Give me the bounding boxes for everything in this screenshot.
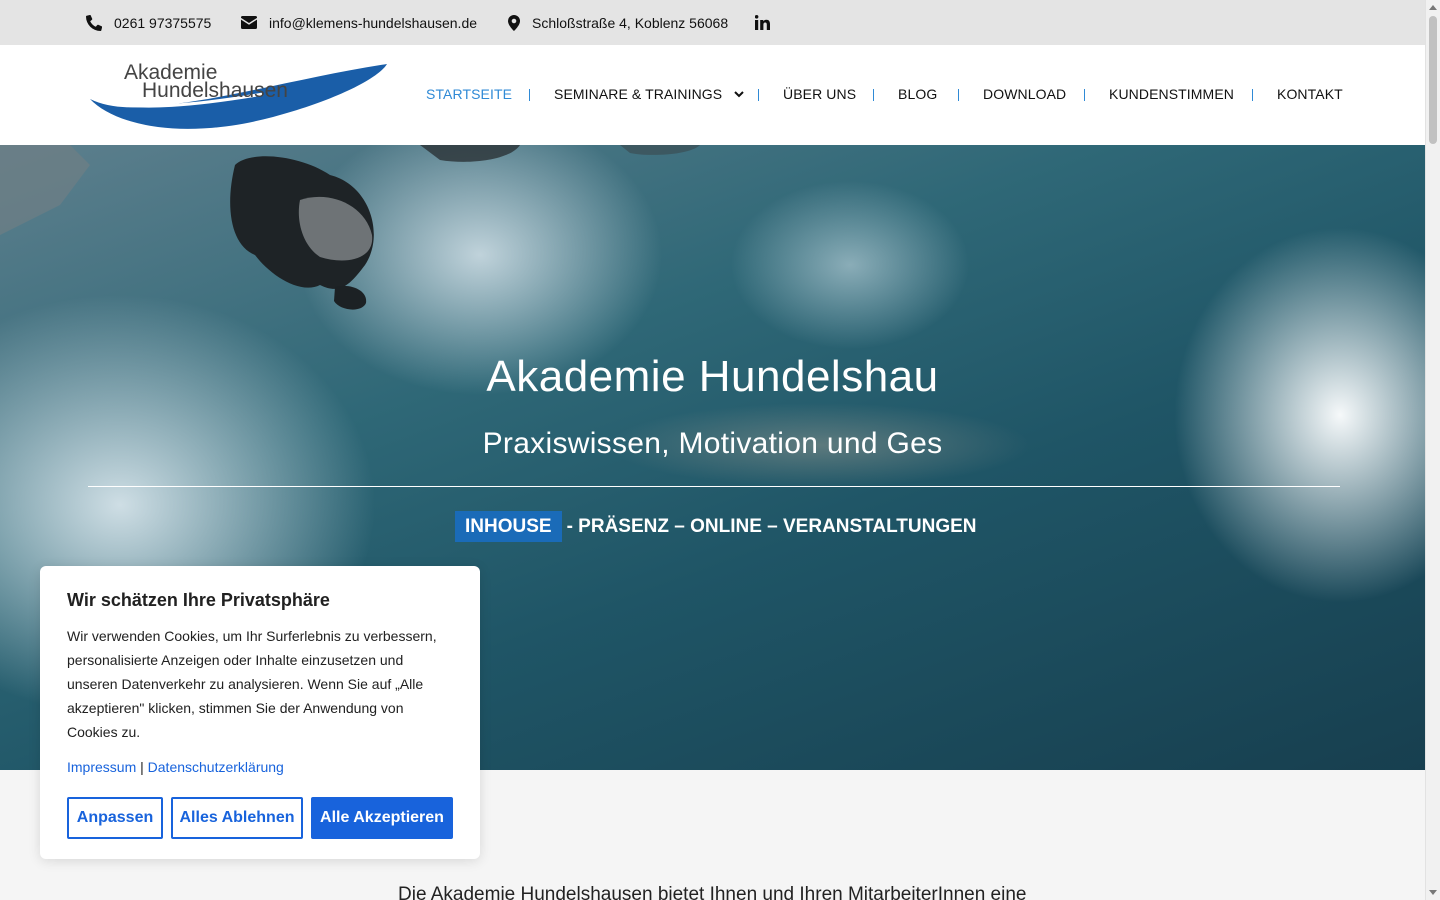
hero-subtitle: Praxiswissen, Motivation und Ges: [482, 427, 943, 460]
nav-separator: [873, 89, 874, 101]
nav-startseite[interactable]: STARTSEITE: [426, 86, 512, 102]
address-contact[interactable]: Schloßstraße 4, Koblenz 56068: [508, 0, 728, 45]
cookie-links: Impressum | Datenschutzerklärung: [67, 759, 284, 775]
intro-text: Die Akademie Hundelshausen bietet Ihnen …: [398, 884, 1027, 900]
scroll-up-arrow-icon[interactable]: [1429, 5, 1437, 10]
nav-separator: [758, 89, 759, 101]
hero-badge: INHOUSE: [455, 511, 562, 542]
nav-blog[interactable]: BLOG: [898, 86, 937, 102]
nav-separator: [1252, 89, 1253, 101]
nav-separator: [1084, 89, 1085, 101]
logo-text-line2: Hundelshausen: [142, 79, 288, 102]
email-contact[interactable]: info@klemens-hundelshausen.de: [241, 0, 477, 45]
page-scrollbar[interactable]: [1425, 0, 1440, 900]
nav-kundenstimmen[interactable]: KUNDENSTIMMEN: [1109, 86, 1234, 102]
linkedin-icon: [755, 15, 770, 30]
nav-seminare-label: SEMINARE & TRAININGS: [554, 86, 723, 102]
nav-separator: [529, 89, 530, 101]
address-text: Schloßstraße 4, Koblenz 56068: [532, 14, 729, 31]
hero-tagline-text: - PRÄSENZ – ONLINE – VERANSTALTUNGEN: [566, 515, 977, 537]
phone-contact[interactable]: 0261 97375575: [86, 0, 211, 45]
hero-divider: [88, 486, 1340, 487]
nav-kontakt[interactable]: KONTAKT: [1277, 86, 1343, 102]
cookie-title: Wir schätzen Ihre Privatsphäre: [67, 590, 330, 610]
phone-number: 0261 97375575: [114, 14, 212, 31]
accept-all-button[interactable]: Alle Akzeptieren: [311, 797, 453, 839]
map-pin-icon: [508, 14, 520, 31]
customize-button[interactable]: Anpassen: [67, 797, 163, 839]
cookie-text: Wir verwenden Cookies, um Ihr Surferlebn…: [67, 628, 437, 740]
email-address: info@klemens-hundelshausen.de: [269, 14, 478, 31]
phone-icon: [86, 14, 102, 31]
top-contact-bar: 0261 97375575 info@klemens-hundelshausen…: [0, 0, 1425, 45]
privacy-policy-link[interactable]: Datenschutzerklärung: [148, 759, 284, 775]
reject-all-button[interactable]: Alles Ablehnen: [171, 797, 303, 839]
hero-title: Akademie Hundelshau: [486, 352, 939, 401]
site-header: Akademie Hundelshausen STARTSEITE SEMINA…: [0, 45, 1425, 145]
nav-seminare[interactable]: SEMINARE & TRAININGS: [554, 86, 744, 102]
cookie-link-separator: |: [140, 759, 144, 775]
nav-separator: [958, 89, 959, 101]
scrollbar-thumb[interactable]: [1429, 16, 1437, 144]
cookie-consent-banner: Wir schätzen Ihre Privatsphäre Wir verwe…: [40, 566, 480, 859]
logo[interactable]: Akademie Hundelshausen: [88, 61, 390, 133]
impressum-link[interactable]: Impressum: [67, 759, 136, 775]
nav-download[interactable]: DOWNLOAD: [983, 86, 1066, 102]
hero-tagline: INHOUSE - PRÄSENZ – ONLINE – VERANSTALTU…: [455, 511, 977, 542]
chevron-down-icon: [734, 90, 744, 97]
nav-ueber-uns[interactable]: ÜBER UNS: [783, 86, 856, 102]
scroll-down-arrow-icon[interactable]: [1429, 890, 1437, 895]
envelope-icon: [241, 16, 257, 29]
linkedin-link[interactable]: [755, 0, 782, 45]
